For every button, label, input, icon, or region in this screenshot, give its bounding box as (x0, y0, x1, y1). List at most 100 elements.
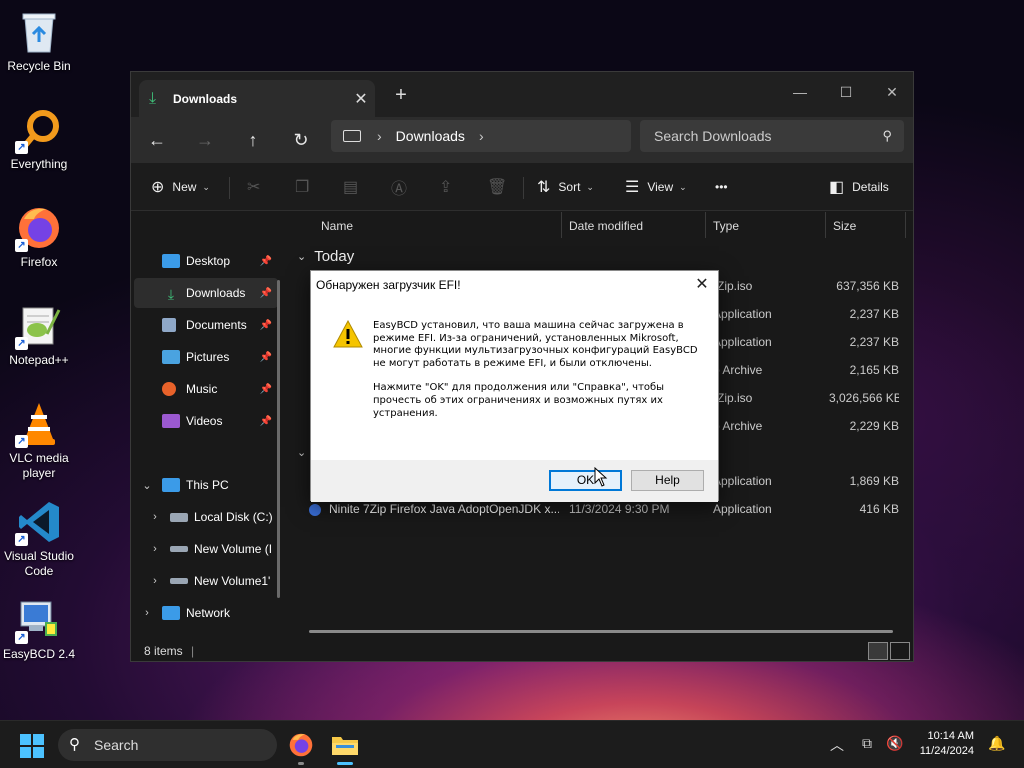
chevron-right-icon[interactable]: › (148, 575, 162, 587)
column-header-type[interactable]: Type (713, 219, 739, 233)
desktop-icon-label: Notepad++ (9, 353, 69, 367)
rename-button[interactable]: Ⓐ (391, 175, 415, 199)
running-indicator (298, 762, 304, 765)
vscode-icon: ↗ (15, 498, 63, 546)
forward-arrow-icon[interactable]: → (190, 127, 220, 153)
taskbar-search[interactable]: ⚲ Search (58, 729, 277, 761)
tiles-view-button[interactable] (890, 642, 910, 660)
drive-icon (170, 578, 188, 584)
column-divider[interactable] (705, 212, 706, 238)
sidebar-item-network[interactable]: › Network (134, 598, 278, 628)
windows-logo-icon (20, 734, 31, 745)
tab-downloads[interactable]: ⤓ Downloads ✕ (139, 80, 375, 117)
item-count: 8 items (144, 644, 183, 658)
chevron-right-icon[interactable]: › (148, 543, 162, 555)
column-header-date[interactable]: Date modified (569, 219, 643, 233)
chevron-down-icon: ⌄ (586, 181, 594, 192)
minimize-button[interactable]: — (777, 78, 823, 106)
taskbar-app-file-explorer[interactable] (329, 729, 361, 765)
network-status-icon[interactable]: ⧉ (862, 735, 872, 752)
sidebar-item-downloads[interactable]: ⤓ Downloads 📌 (134, 278, 278, 308)
close-window-button[interactable]: ✕ (869, 78, 915, 106)
sidebar-item-new-volume1[interactable]: › New Volume1' (134, 566, 278, 596)
close-tab-icon[interactable]: ✕ (347, 89, 375, 109)
chevron-right-icon[interactable]: › (140, 607, 154, 619)
sidebar-item-local-disk[interactable]: › Local Disk (C:) (134, 502, 278, 532)
volume-muted-icon[interactable]: 🔇 (886, 735, 903, 752)
start-button[interactable] (20, 734, 44, 758)
desktop-icon-vscode[interactable]: ↗ Visual Studio Code (2, 498, 76, 579)
taskbar-app-firefox[interactable] (285, 729, 317, 765)
desktop-icon-notepadpp[interactable]: ↗ Notepad++ (2, 302, 76, 368)
column-header-name[interactable]: Name (321, 219, 353, 233)
column-divider[interactable] (561, 212, 562, 238)
sort-button[interactable]: ⇅ Sort ⌄ (537, 175, 594, 199)
scissors-icon: ✂ (247, 179, 261, 196)
chevron-up-icon[interactable]: ︿ (830, 735, 844, 755)
delete-button[interactable]: 🗑 (487, 175, 515, 199)
more-options-button[interactable]: ••• (715, 175, 728, 199)
shortcut-arrow-icon: ↗ (15, 337, 28, 350)
search-input[interactable]: Search Downloads ⚲ (640, 120, 904, 152)
sidebar-item-music[interactable]: Music 📌 (134, 374, 278, 404)
group-header-today[interactable]: ⌄ Today (297, 248, 354, 265)
sidebar-item-desktop[interactable]: Desktop 📌 (134, 246, 278, 276)
breadcrumb-downloads[interactable]: Downloads (396, 128, 465, 144)
sidebar-item-documents[interactable]: Documents 📌 (134, 310, 278, 340)
sidebar-scrollbar[interactable] (277, 280, 280, 598)
ok-button[interactable]: OK (549, 470, 622, 491)
horizontal-scrollbar[interactable] (309, 630, 893, 633)
maximize-button[interactable]: ☐ (823, 78, 869, 106)
folder-icon (332, 737, 358, 755)
desktop-icon-label: Firefox (20, 255, 58, 269)
pin-icon[interactable]: 📌 (260, 384, 272, 395)
sidebar-item-this-pc[interactable]: ⌄ This PC (134, 470, 278, 500)
sidebar-item-label: Desktop (186, 254, 231, 268)
windows-logo-icon (33, 734, 44, 745)
pin-icon[interactable]: 📌 (260, 352, 272, 363)
new-button[interactable]: ⊕ New ⌄ (151, 175, 210, 199)
paste-button[interactable]: ▤ (343, 175, 366, 199)
copy-button[interactable]: ❐ (295, 175, 317, 199)
desktop-icon-recycle-bin[interactable]: Recycle Bin (2, 8, 76, 74)
pin-icon[interactable]: 📌 (260, 416, 272, 427)
pin-icon[interactable]: 📌 (260, 320, 272, 331)
desktop-icon-firefox[interactable]: ↗ Firefox (2, 204, 76, 270)
shortcut-arrow-icon: ↗ (15, 631, 28, 644)
details-view-button[interactable] (868, 642, 888, 660)
view-button[interactable]: ☰ View ⌄ (625, 175, 687, 199)
chevron-down-icon[interactable]: ⌄ (140, 479, 154, 492)
notification-bell-icon[interactable]: 🔔 (988, 735, 1005, 752)
back-arrow-icon[interactable]: ← (142, 127, 172, 153)
close-icon[interactable]: ✕ (692, 274, 712, 294)
help-button[interactable]: Help (631, 470, 704, 491)
pin-icon[interactable]: 📌 (260, 256, 272, 267)
cut-button[interactable]: ✂ (247, 175, 268, 199)
new-tab-button[interactable]: + (389, 84, 413, 107)
chevron-down-icon: ⌄ (297, 447, 307, 459)
sidebar-item-pictures[interactable]: Pictures 📌 (134, 342, 278, 372)
pin-icon[interactable]: 📌 (260, 288, 272, 299)
up-arrow-icon[interactable]: ↑ (238, 127, 268, 153)
desktop-icon-everything[interactable]: ↗ Everything (2, 106, 76, 172)
sidebar-item-new-volume[interactable]: › New Volume (I (134, 534, 278, 564)
column-divider[interactable] (825, 212, 826, 238)
column-header-size[interactable]: Size (833, 219, 856, 233)
cell-type: -Zip.iso (713, 391, 753, 405)
address-bar[interactable]: › Downloads › (331, 120, 631, 152)
active-indicator (337, 762, 353, 765)
chevron-right-icon[interactable]: › (148, 511, 162, 523)
dialog-title-bar: Обнаружен загрузчик EFI! ✕ (311, 271, 718, 298)
details-pane-button[interactable]: ◧ Details (829, 175, 889, 199)
chevron-right-icon[interactable]: › (479, 128, 484, 144)
desktop-icon-vlc[interactable]: ↗ VLC media player (2, 400, 76, 481)
sidebar-item-label: Documents (186, 318, 247, 332)
refresh-icon[interactable]: ↻ (286, 127, 316, 153)
sidebar-item-videos[interactable]: Videos 📌 (134, 406, 278, 436)
share-button[interactable]: ⇪ (439, 175, 460, 199)
clock[interactable]: 10:14 AM 11/24/2024 (912, 729, 974, 759)
desktop-icon-easybcd[interactable]: ↗ EasyBCD 2.4 (2, 596, 76, 662)
cell-size: 2,237 KB (849, 335, 899, 349)
chevron-down-icon: ⌄ (297, 251, 307, 263)
column-divider[interactable] (905, 212, 906, 238)
